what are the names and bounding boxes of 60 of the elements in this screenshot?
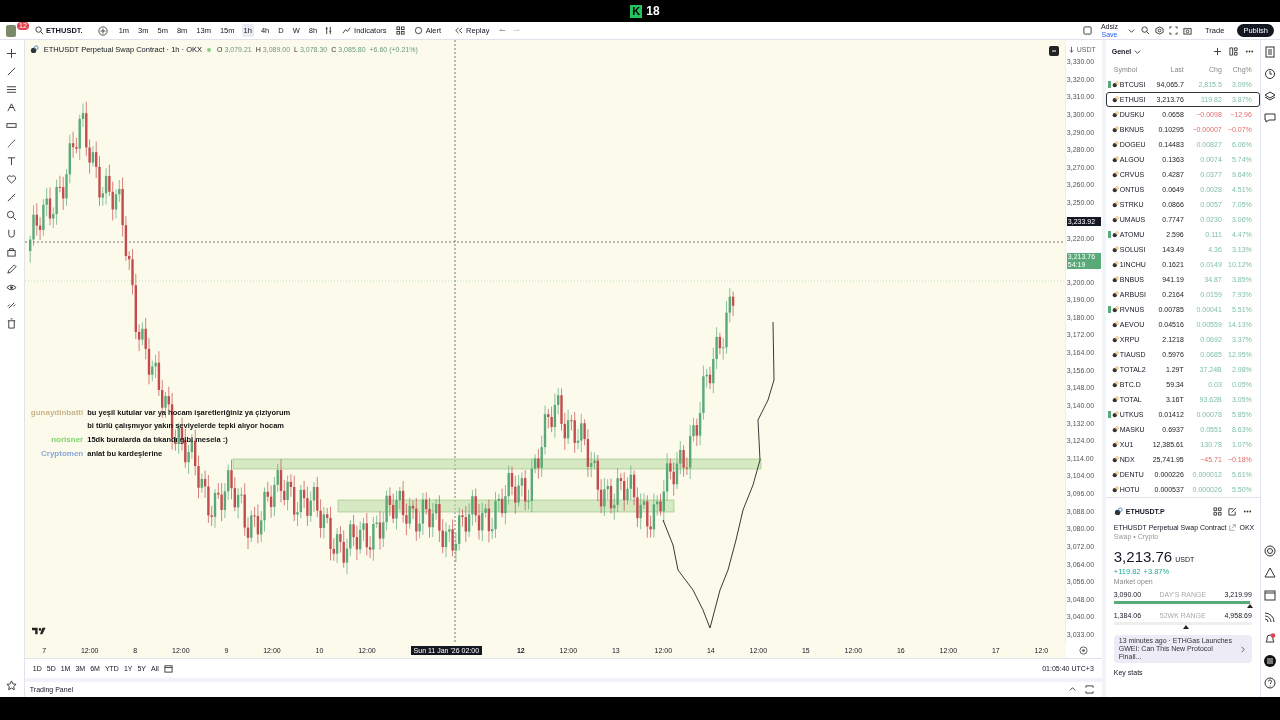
star-icon[interactable]	[6, 680, 18, 691]
crosshair-icon[interactable]	[6, 48, 18, 59]
fullscreen-icon[interactable]	[1169, 26, 1179, 35]
grid-icon[interactable]	[1212, 506, 1222, 516]
grid-icon[interactable]	[395, 26, 405, 35]
calendar-icon[interactable]	[163, 664, 173, 673]
lock-icon[interactable]	[6, 246, 18, 257]
status-dot	[207, 47, 212, 52]
room-number: 18	[646, 4, 660, 18]
layout-icon[interactable]	[1228, 46, 1238, 56]
logo-mark: K	[630, 4, 643, 18]
line-icon[interactable]	[6, 66, 18, 77]
coin-icon	[1113, 506, 1123, 516]
bars-icon[interactable]	[324, 26, 334, 35]
lines-icon[interactable]	[6, 84, 18, 95]
rewind-icon[interactable]	[454, 26, 464, 35]
expand-icon[interactable]	[1048, 46, 1059, 56]
eye-icon[interactable]	[6, 282, 18, 293]
triangle-icon[interactable]	[1264, 567, 1277, 579]
target-icon[interactable]	[1264, 545, 1277, 557]
pen-icon[interactable]	[6, 264, 18, 275]
link-icon[interactable]	[6, 300, 18, 311]
clock-icon[interactable]	[1264, 68, 1277, 80]
chat-icon[interactable]	[1264, 112, 1277, 124]
avatar-icon[interactable]	[6, 24, 16, 37]
ruler-icon[interactable]	[6, 120, 18, 131]
maximize-icon[interactable]	[1084, 685, 1094, 694]
square-icon[interactable]	[1082, 26, 1092, 35]
search-icon[interactable]	[1141, 26, 1151, 35]
logo-icon	[31, 627, 48, 635]
search-icon[interactable]	[35, 26, 44, 35]
plus-circle-icon[interactable]	[97, 25, 108, 36]
list-icon[interactable]	[1264, 46, 1277, 58]
price-value: 3,213.76	[1113, 548, 1173, 565]
brush-icon[interactable]	[6, 138, 18, 149]
help-icon[interactable]	[1264, 677, 1277, 689]
settings-icon[interactable]	[1155, 26, 1165, 35]
bell-icon[interactable]	[1264, 633, 1277, 645]
camera-icon[interactable]	[1183, 26, 1193, 35]
calendar-icon[interactable]	[1264, 589, 1277, 601]
trash-icon[interactable]	[6, 318, 18, 329]
layers-icon[interactable]	[1264, 90, 1277, 102]
chat-username: gunaydinbatti	[30, 407, 84, 419]
zoom-icon[interactable]	[6, 210, 18, 221]
alarm-icon[interactable]	[413, 26, 423, 35]
chat-username: norisner	[50, 434, 84, 446]
settings-icon[interactable]	[1079, 646, 1089, 655]
chart-line-icon[interactable]	[342, 26, 352, 35]
text-icon[interactable]	[6, 156, 18, 167]
chevron-up-icon[interactable]	[1067, 685, 1077, 694]
heart-icon[interactable]	[6, 174, 18, 185]
apps-icon[interactable]	[1264, 655, 1277, 667]
magnet-icon[interactable]	[6, 228, 18, 239]
symbol-icon	[29, 45, 39, 54]
chat-username: Cryptomen	[40, 448, 84, 460]
measure-icon[interactable]	[6, 192, 18, 203]
plus-icon[interactable]	[1212, 46, 1222, 56]
caret-icon[interactable]	[1127, 26, 1137, 35]
signal-icon[interactable]	[1264, 611, 1277, 623]
edit-icon[interactable]	[1227, 506, 1237, 516]
